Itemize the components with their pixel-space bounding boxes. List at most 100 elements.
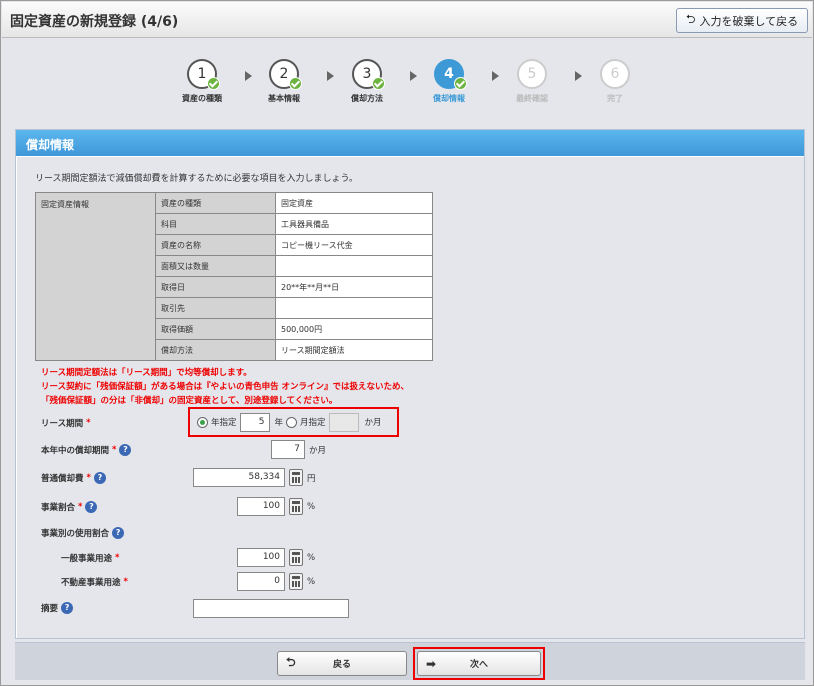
table-key: 資産の名称 xyxy=(155,234,276,256)
warning-line: リース期間定額法は「リース期間」で均等償却します。 xyxy=(41,368,252,378)
months-unit: か月 xyxy=(309,445,327,456)
month-unit: か月 xyxy=(364,418,382,428)
table-value: リース期間定額法 xyxy=(275,339,433,361)
business-ratio-field: 100 % xyxy=(237,497,315,516)
step-circle: 5 xyxy=(517,59,547,89)
table-value xyxy=(275,255,433,277)
table-value: 工具器具備品 xyxy=(275,213,433,235)
lease-period-label: リース期間 * xyxy=(41,418,91,429)
asset-info-group-label: 固定資産情報 xyxy=(35,192,156,361)
title-bar: 固定資産の新規登録 (4/6) ⮌ 入力を破棄して戻る xyxy=(2,2,812,38)
lease-period-highlight: 年指定 5 年 月指定 か月 xyxy=(188,407,399,437)
check-icon xyxy=(454,77,467,90)
step-label: 償却方法 xyxy=(351,94,383,103)
percent-unit: % xyxy=(307,501,316,512)
step-circle: 1 xyxy=(187,59,220,90)
real-estate-field: 0 % xyxy=(237,572,315,591)
warning-line: リース契約に「残価保証額」がある場合は『やよいの青色申告 オンライン』では扱えな… xyxy=(41,382,410,392)
general-business-label: 一般事業用途 * xyxy=(61,553,120,564)
step-circle-active: 4 xyxy=(434,59,467,90)
footer-bar: ⮌ 戻る ➡ 次へ xyxy=(15,642,805,680)
panel-body: リース期間定額法で減価償却費を計算するために必要な項目を入力しましょう。 固定資… xyxy=(17,157,804,638)
help-icon[interactable]: ? xyxy=(85,501,98,513)
step-2: 2 基本情報 xyxy=(249,59,319,104)
warning-line: 「残価保証額」の分は「非償却」の固定資産として、別途登録してください。 xyxy=(41,396,338,406)
next-button-highlight xyxy=(413,647,545,680)
table-value: コピー機リース代金 xyxy=(275,234,433,256)
remarks-label: 摘要 ? xyxy=(41,602,74,614)
normal-depreciation-label: 普通償却費 * ? xyxy=(41,472,106,484)
yen-unit: 円 xyxy=(307,473,316,484)
table-value: 500,000円 xyxy=(275,318,433,340)
discard-input-button[interactable]: ⮌ 入力を破棄して戻る xyxy=(676,8,808,33)
intro-text: リース期間定額法で減価償却費を計算するために必要な項目を入力しましょう。 xyxy=(35,174,359,184)
table-key: 資産の種類 xyxy=(155,192,276,214)
lease-years-input[interactable]: 5 xyxy=(239,412,270,432)
asset-info-table: 固定資産情報 資産の種類 固定資産 科目 工具器具備品 資産の名称 コピー機リー… xyxy=(35,192,433,361)
panel-title: 償却情報 xyxy=(16,130,804,156)
month-radio[interactable] xyxy=(286,416,298,428)
remarks-field xyxy=(193,599,349,618)
step-label: 最終確認 xyxy=(516,94,548,103)
table-row: 固定資産情報 資産の種類 固定資産 xyxy=(35,192,433,361)
month-option-label: 月指定 xyxy=(300,418,326,428)
step-1: 1 資産の種類 xyxy=(167,59,237,104)
page-title: 固定資産の新規登録 (4/6) xyxy=(10,14,179,30)
step-circle: 6 xyxy=(600,59,630,89)
months-this-year-field: 7 か月 xyxy=(271,440,326,459)
business-ratio-label: 事業割合 * ? xyxy=(41,501,98,513)
step-label: 資産の種類 xyxy=(182,94,222,103)
table-value xyxy=(275,297,433,319)
table-value: 20**年**月**日 xyxy=(275,276,433,298)
back-button[interactable]: ⮌ 戻る xyxy=(277,651,407,676)
months-this-year-input[interactable]: 7 xyxy=(271,440,305,459)
step-3: 3 償却方法 xyxy=(332,59,402,104)
step-5: 5 最終確認 xyxy=(497,59,567,104)
check-icon xyxy=(207,77,220,90)
help-icon[interactable]: ? xyxy=(112,527,125,539)
step-label: 完了 xyxy=(607,94,623,103)
lease-months-input[interactable] xyxy=(328,412,359,432)
table-key: 面積又は数量 xyxy=(155,255,276,277)
help-icon[interactable]: ? xyxy=(93,472,106,484)
return-arrow-icon: ⮌ xyxy=(685,12,696,26)
calculator-icon[interactable] xyxy=(289,498,303,515)
real-estate-input[interactable]: 0 xyxy=(237,572,285,591)
year-radio[interactable] xyxy=(197,416,208,428)
percent-unit: % xyxy=(307,576,316,587)
table-value: 固定資産 xyxy=(275,192,433,214)
table-key: 取得日 xyxy=(155,276,276,298)
step-indicator: 1 資産の種類 2 基本情報 3 償却方法 4 償却情報 5 最終確認 6 完了 xyxy=(2,39,812,117)
normal-depreciation-input[interactable]: 58,334 xyxy=(193,468,285,487)
percent-unit: % xyxy=(307,552,316,563)
check-icon xyxy=(289,77,302,90)
step-label: 基本情報 xyxy=(268,94,300,103)
warning-text: リース期間定額法は「リース期間」で均等償却します。 リース契約に「残価保証額」が… xyxy=(41,366,409,408)
normal-depreciation-field: 58,334 円 xyxy=(193,468,316,487)
business-ratio-input[interactable]: 100 xyxy=(237,497,285,516)
remarks-input[interactable] xyxy=(193,599,349,618)
table-key: 取得価額 xyxy=(155,318,276,340)
table-key: 科目 xyxy=(155,213,276,235)
year-unit: 年 xyxy=(274,418,284,428)
table-key: 取引先 xyxy=(155,297,276,319)
help-icon[interactable]: ? xyxy=(119,444,132,456)
step-label: 償却情報 xyxy=(433,94,465,103)
depreciation-panel: 償却情報 リース期間定額法で減価償却費を計算するために必要な項目を入力しましょう… xyxy=(15,129,805,639)
months-this-year-label: 本年中の償却期間 * ? xyxy=(41,444,132,456)
discard-button-label: 入力を破棄して戻る xyxy=(699,14,799,28)
general-business-input[interactable]: 100 xyxy=(237,548,285,567)
year-option-label: 年指定 xyxy=(211,418,237,428)
step-circle: 3 xyxy=(352,59,385,90)
calculator-icon[interactable] xyxy=(289,573,303,590)
return-arrow-icon: ⮌ xyxy=(286,655,296,669)
calculator-icon[interactable] xyxy=(289,469,303,486)
step-circle: 2 xyxy=(269,59,302,90)
usage-ratio-label: 事業別の使用割合 ? xyxy=(41,527,125,539)
calculator-icon[interactable] xyxy=(289,549,303,566)
check-icon xyxy=(372,77,385,90)
window-frame: 固定資産の新規登録 (4/6) ⮌ 入力を破棄して戻る 1 資産の種類 2 基本… xyxy=(0,0,814,686)
help-icon[interactable]: ? xyxy=(61,602,74,614)
general-business-field: 100 % xyxy=(237,548,315,567)
back-button-label: 戻る xyxy=(332,660,351,670)
